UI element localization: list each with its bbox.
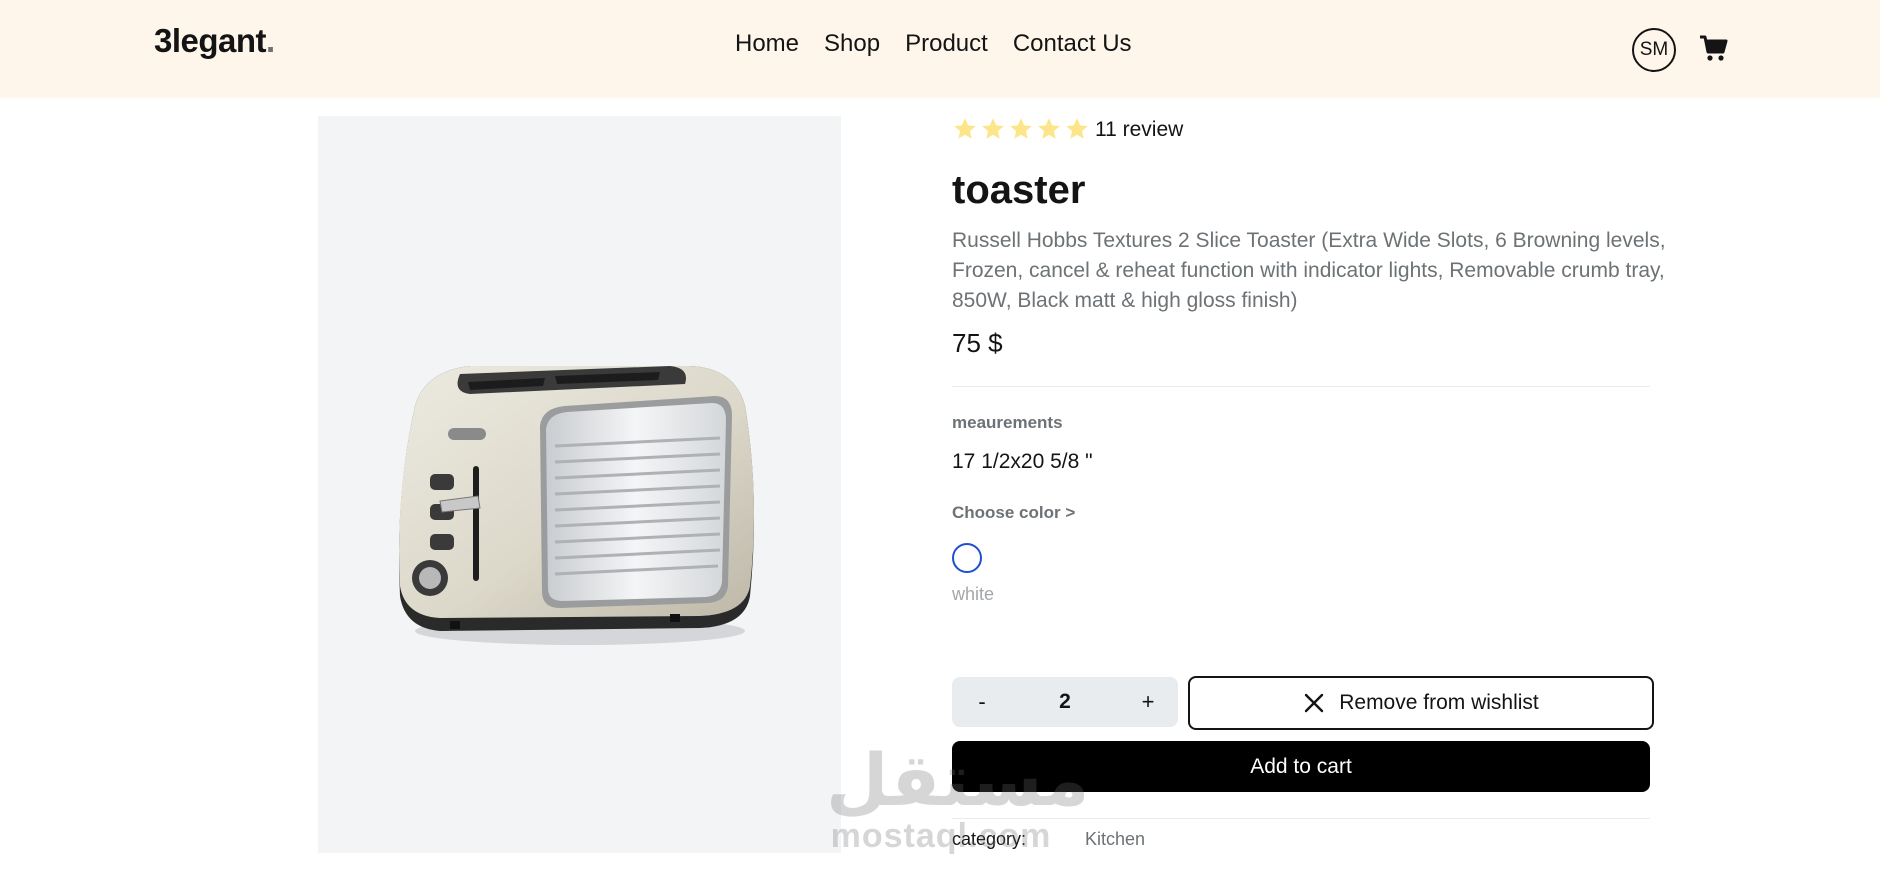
star-icon xyxy=(982,118,1004,139)
product-description: Russell Hobbs Textures 2 Slice Toaster (… xyxy=(952,229,1666,312)
quantity-decrease-button[interactable]: - xyxy=(952,677,1012,727)
star-icon xyxy=(1066,118,1088,139)
add-to-cart-button[interactable]: Add to cart xyxy=(952,741,1650,792)
close-icon xyxy=(1305,693,1324,713)
nav-shop[interactable]: Shop xyxy=(824,30,880,58)
wishlist-button-label: Remove from wishlist xyxy=(1339,691,1539,714)
remove-from-wishlist-button[interactable]: Remove from wishlist xyxy=(1188,676,1654,730)
measurements-value: 17 1/2x20 5/8 " xyxy=(952,450,1093,473)
category-label: category: xyxy=(952,829,1027,849)
product-image xyxy=(318,116,841,853)
star-icon xyxy=(1010,118,1032,139)
divider xyxy=(952,386,1650,387)
product-price: 75 $ xyxy=(952,328,1003,358)
main-nav: Home Shop Product Contact Us xyxy=(735,30,1132,58)
selected-color-name: white xyxy=(952,584,995,604)
nav-contact-us[interactable]: Contact Us xyxy=(1013,30,1132,58)
measurements-label: meaurements xyxy=(952,413,1063,432)
site-header: 3legant. Home Shop Product Contact Us SM xyxy=(0,0,1880,98)
nav-home[interactable]: Home xyxy=(735,30,799,58)
divider xyxy=(952,818,1650,819)
product-title: toaster xyxy=(952,168,1086,212)
shopping-cart-icon[interactable] xyxy=(1698,32,1730,64)
category-value[interactable]: Kitchen xyxy=(1085,829,1145,850)
rating-stars xyxy=(952,116,1090,142)
quantity-stepper: - 2 + xyxy=(952,677,1178,727)
quantity-value: 2 xyxy=(1059,690,1071,713)
star-icon xyxy=(1038,118,1060,139)
nav-product[interactable]: Product xyxy=(905,30,988,58)
brand-logo[interactable]: 3legant. xyxy=(154,22,275,60)
star-icon xyxy=(954,118,976,139)
toaster-image xyxy=(399,366,754,645)
user-avatar[interactable]: SM xyxy=(1632,28,1676,72)
review-count[interactable]: 11 review xyxy=(1095,118,1183,142)
choose-color-link[interactable]: Choose color > xyxy=(952,503,1075,523)
quantity-increase-button[interactable]: + xyxy=(1118,677,1178,727)
color-swatch-white[interactable] xyxy=(952,543,982,573)
